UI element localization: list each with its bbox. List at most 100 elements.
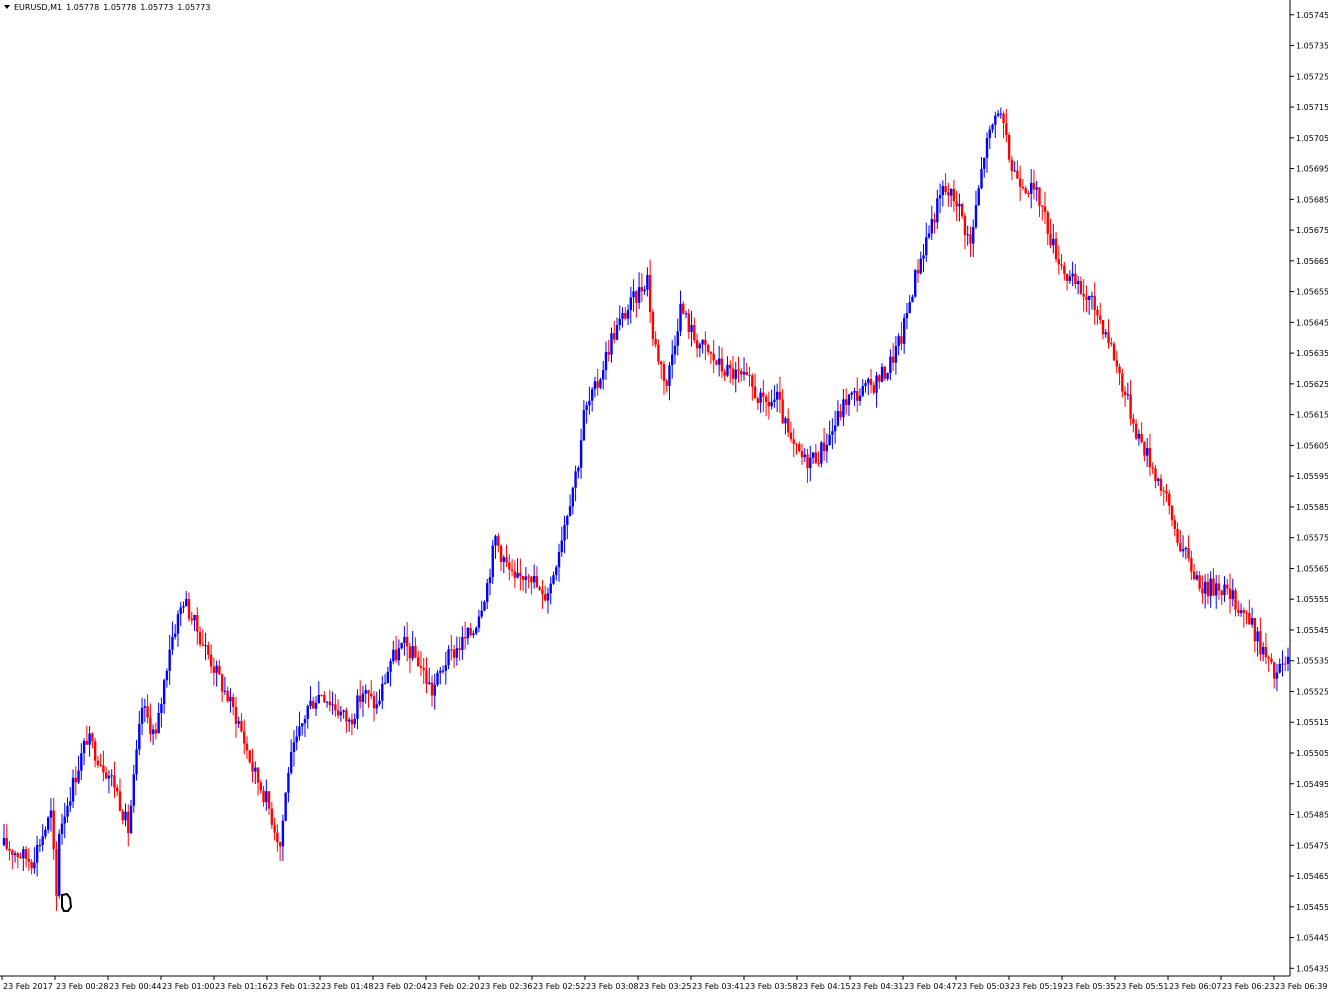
ohlc-bar-body (416, 657, 420, 667)
ohlc-bar-body (825, 444, 829, 452)
ohlc-bar-body (1013, 170, 1016, 172)
ohlc-bar-body (1256, 631, 1259, 642)
ohlc-bar-body (568, 506, 572, 517)
ohlc-bar-body (292, 742, 296, 753)
ohlc-bar-body (1209, 578, 1212, 597)
ohlc-bar-body (204, 645, 207, 647)
ohlc-bar-body (770, 401, 773, 407)
price-chart: 1.05745 1.05735 1.05725 1.05715 1.05705 1.056… (0, 0, 1328, 991)
ohlc-bar-body (902, 318, 906, 344)
ohlc-bar-body (927, 233, 931, 238)
ohlc-bar-body (157, 713, 160, 734)
ohlc-bar-body (1217, 583, 1221, 591)
ohlc-bar-body (447, 649, 450, 666)
ohlc-bar-body (820, 442, 823, 464)
ohlc-bar-body (1220, 590, 1223, 596)
ohlc-bar-body (19, 857, 22, 859)
ohlc-bar-body (1284, 663, 1287, 665)
ohlc-bar-body (1264, 646, 1268, 658)
ohlc-bar-body (905, 312, 909, 319)
ohlc-bar-body (629, 297, 633, 310)
ohlc-bar-body (256, 767, 260, 783)
ohlc-bar-body (1253, 618, 1257, 642)
time-tick-label: 23 Feb 02:04 (374, 982, 426, 991)
ohlc-bar-body (668, 365, 671, 386)
ohlc-bar-body (822, 442, 826, 452)
ohlc-bar-body (425, 670, 428, 684)
ohlc-bar-body (160, 704, 163, 714)
price-tick-label: 1.05685 (1296, 195, 1328, 204)
ohlc-bar-body (209, 654, 213, 667)
ohlc-bar-body (270, 808, 274, 825)
ohlc-bar-body (359, 695, 362, 702)
ohlc-bar-body (676, 331, 679, 346)
time-tick-label: 23 Feb 01:48 (321, 982, 373, 991)
ohlc-bar-body (1206, 581, 1210, 597)
ohlc-bar-body (1007, 134, 1011, 160)
ohlc-bar-body (657, 344, 660, 362)
ohlc-bar-body (748, 375, 751, 377)
price-tick-label: 1.05725 (1296, 72, 1328, 81)
ohlc-bar-body (11, 850, 14, 855)
ohlc-bar-body (455, 648, 459, 658)
ohlc-bar-body (317, 694, 320, 704)
ohlc-bar-body (237, 721, 240, 724)
ohlc-bar-body (648, 274, 652, 312)
ohlc-bar-body (1043, 206, 1047, 213)
ohlc-bar-body (602, 370, 605, 380)
ohlc-bar-body (1267, 657, 1270, 659)
ohlc-bar-body (1143, 442, 1146, 456)
ohlc-bar-body (30, 861, 33, 869)
ohlc-bar-body (55, 849, 58, 896)
ohlc-bar-body (251, 762, 254, 772)
ohlc-bar-body (891, 356, 895, 363)
ohlc-bar-body (422, 667, 425, 671)
ohlc-bar-body (549, 583, 552, 594)
ohlc-bar-body (532, 575, 536, 583)
ohlc-bar-body (289, 752, 293, 773)
ohlc-bar-body (682, 303, 685, 314)
ohlc-bar-body (71, 777, 75, 802)
ohlc-bar-body (1068, 276, 1072, 281)
ohlc-bar-body (218, 665, 221, 675)
ohlc-bar-body (1021, 186, 1025, 189)
hand-cursor-icon (61, 893, 73, 912)
ohlc-bar-body (124, 811, 127, 821)
ohlc-bar-body (800, 451, 804, 458)
ohlc-bar-body (336, 710, 340, 716)
high-price: 1.05778 (103, 3, 137, 12)
ohlc-bar-body (1203, 581, 1207, 594)
ohlc-bar-body (701, 339, 704, 345)
ohlc-bar-body (952, 188, 956, 202)
ohlc-bar-body (1286, 656, 1290, 664)
ohlc-bar-body (792, 439, 795, 444)
ohlc-bar-body (411, 645, 414, 659)
ohlc-bar-body (889, 356, 892, 373)
ohlc-bar-body (287, 772, 290, 793)
ohlc-bar-body (1198, 575, 1201, 589)
ohlc-bar-body (428, 682, 431, 684)
ohlc-bar-body (847, 394, 851, 406)
ohlc-bar-body (811, 452, 815, 458)
ohlc-bar-body (756, 398, 760, 403)
ohlc-bar-body (77, 770, 80, 783)
ohlc-bar-body (1162, 490, 1165, 492)
ohlc-bar-body (1231, 590, 1234, 600)
ohlc-bar-body (284, 792, 287, 821)
ohlc-bar-body (960, 204, 964, 217)
ohlc-bar-body (894, 346, 898, 363)
ohlc-bar-body (1226, 584, 1229, 589)
ohlc-bar-body (635, 291, 638, 303)
ohlc-bar-body (897, 336, 900, 347)
ohlc-bar-body (731, 368, 735, 379)
ohlc-bar-body (983, 157, 986, 169)
ohlc-bar-body (624, 313, 627, 319)
ohlc-bar-body (198, 631, 202, 645)
ohlc-bar-body (389, 661, 392, 672)
chart-menu-icon[interactable] (4, 5, 10, 9)
open-price: 1.05778 (66, 3, 100, 12)
price-tick-label: 1.05735 (1296, 42, 1328, 51)
ohlc-bar-body (571, 487, 575, 507)
ohlc-bar-body (994, 115, 997, 125)
time-tick-label: 23 Feb 01:16 (215, 982, 267, 991)
